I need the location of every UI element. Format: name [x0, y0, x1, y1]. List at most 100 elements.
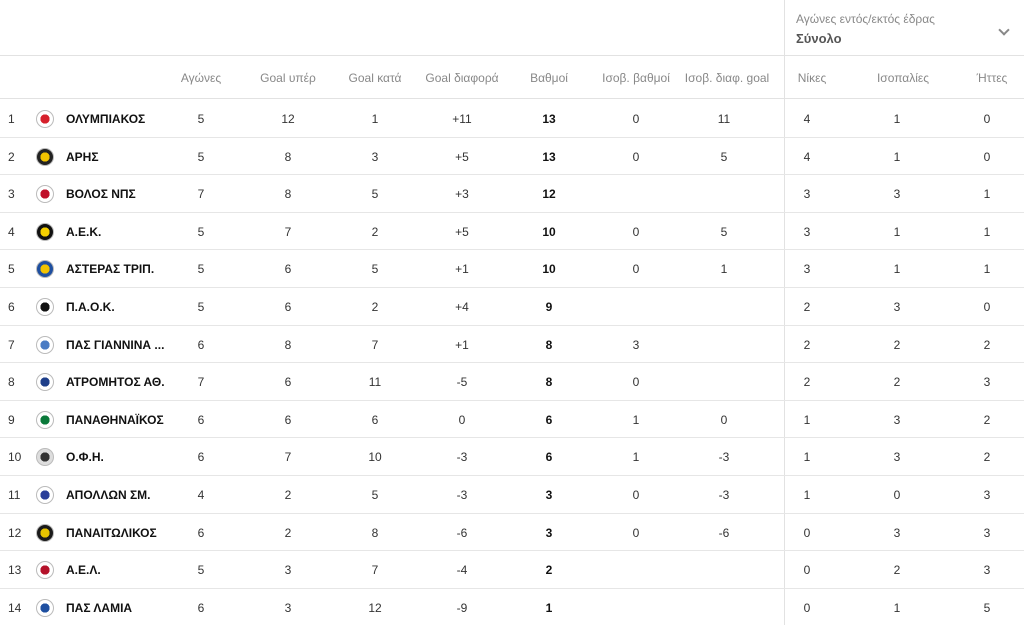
- h2h_gd-cell: -3: [718, 450, 730, 465]
- team-crest-icon: [36, 486, 54, 504]
- h2h_pts-cell: 0: [632, 112, 640, 126]
- table-row[interactable]: 3 ΒΟΛΟΣ ΝΠΣ 7 8 5 +3 12 3 3 1: [0, 175, 1024, 213]
- col-header-draws[interactable]: Ισοπαλίες: [877, 71, 929, 85]
- team-crest-icon: [36, 147, 54, 166]
- gd-cell: 0: [458, 412, 466, 427]
- h2h_pts-cell: 0: [632, 488, 640, 502]
- team-name[interactable]: ΠΑΝΑΘΗΝΑΪΚΟΣ: [66, 413, 164, 427]
- col-header-played[interactable]: Αγώνες: [181, 71, 221, 85]
- table-row[interactable]: 2 ΑΡΗΣ 5 8 3 +5 13 0 5 4 1 0: [0, 138, 1024, 176]
- team-name[interactable]: ΠΑΣ ΛΑΜΙΑ: [66, 601, 132, 615]
- team-name[interactable]: ΑΠΟΛΛΩΝ ΣΜ.: [66, 488, 151, 502]
- table-row[interactable]: 4 Α.Ε.Κ. 5 7 2 +5 10 0 5 3 1 1: [0, 213, 1024, 251]
- ga-cell: 11: [368, 375, 382, 390]
- team-crest-icon: [36, 448, 54, 467]
- position-cell: 14: [8, 600, 22, 615]
- col-header-goals-for[interactable]: Goal υπέρ: [260, 71, 316, 85]
- table-row[interactable]: 13 Α.Ε.Λ. 5 3 7 -4 2 0 2 3: [0, 551, 1024, 589]
- pts-cell: 13: [542, 112, 556, 126]
- gd-cell: -4: [456, 563, 468, 578]
- table-row[interactable]: 6 Π.Α.Ο.Κ. 5 6 2 +4 9 2 3 0: [0, 288, 1024, 326]
- home-away-filter-dropdown[interactable]: Αγώνες εντός/εκτός έδρας Σύνολο: [796, 12, 1016, 52]
- team-name[interactable]: Α.Ε.Λ.: [66, 563, 101, 577]
- w-cell: 0: [803, 525, 811, 540]
- team-crest-icon: [36, 410, 54, 429]
- team-name[interactable]: Π.Α.Ο.Κ.: [66, 300, 115, 314]
- team-name[interactable]: ΑΣΤΕΡΑΣ ΤΡΙΠ.: [66, 262, 154, 276]
- d-cell: 1: [893, 224, 901, 239]
- gd-cell: +1: [455, 337, 469, 352]
- l-cell: 0: [983, 149, 991, 164]
- l-cell: 3: [983, 563, 991, 578]
- gf-cell: 3: [284, 563, 292, 578]
- gf-cell: 12: [281, 112, 295, 126]
- gd-cell: -3: [456, 488, 468, 502]
- played-cell: 6: [197, 450, 205, 465]
- table-row[interactable]: 8 ΑΤΡΟΜΗΤΟΣ ΑΘ. 7 6 11 -5 8 0 2 2 3: [0, 363, 1024, 401]
- team-name[interactable]: Ο.Φ.Η.: [66, 450, 104, 464]
- w-cell: 3: [803, 187, 811, 202]
- team-crest-icon: [36, 561, 54, 580]
- h2h_gd-cell: -6: [718, 525, 730, 540]
- h2h_pts-cell: 1: [632, 412, 640, 427]
- played-cell: 6: [197, 600, 205, 615]
- col-header-wins[interactable]: Νίκες: [798, 71, 826, 85]
- team-name[interactable]: Α.Ε.Κ.: [66, 225, 101, 239]
- h2h_pts-cell: 0: [632, 224, 640, 239]
- w-cell: 0: [803, 600, 811, 615]
- col-header-goal-difference[interactable]: Goal διαφορά: [425, 71, 498, 85]
- d-cell: 3: [893, 412, 901, 427]
- team-name[interactable]: ΠΑΝΑΙΤΩΛΙΚΟΣ: [66, 526, 157, 540]
- team-name[interactable]: ΑΡΗΣ: [66, 150, 99, 164]
- h2h_gd-cell: 1: [720, 262, 728, 277]
- d-cell: 3: [893, 450, 901, 465]
- played-cell: 7: [197, 187, 205, 202]
- table-row[interactable]: 11 ΑΠΟΛΛΩΝ ΣΜ. 4 2 5 -3 3 0 -3 1 0 3: [0, 476, 1024, 514]
- col-header-losses[interactable]: Ήττες: [977, 71, 1008, 85]
- col-header-h2h-goal-difference[interactable]: Ισοβ. διαφ. goal: [685, 71, 769, 85]
- pts-cell: 3: [545, 525, 553, 540]
- ga-cell: 8: [371, 525, 379, 540]
- col-header-points[interactable]: Βαθμοί: [530, 71, 568, 85]
- ga-cell: 3: [371, 149, 379, 164]
- table-row[interactable]: 14 ΠΑΣ ΛΑΜΙΑ 6 3 12 -9 1 0 1 5: [0, 589, 1024, 625]
- l-cell: 2: [983, 337, 991, 352]
- table-row[interactable]: 7 ΠΑΣ ΓΙΑΝΝΙΝΑ ... 6 8 7 +1 8 3 2 2 2: [0, 326, 1024, 364]
- position-cell: 8: [8, 375, 15, 390]
- table-row[interactable]: 9 ΠΑΝΑΘΗΝΑΪΚΟΣ 6 6 6 0 6 1 0 1 3 2: [0, 401, 1024, 439]
- col-header-goals-against[interactable]: Goal κατά: [349, 71, 402, 85]
- gf-cell: 8: [284, 149, 292, 164]
- team-name[interactable]: ΠΑΣ ΓΙΑΝΝΙΝΑ ...: [66, 338, 164, 352]
- position-cell: 11: [8, 488, 21, 502]
- team-name[interactable]: ΟΛΥΜΠΙΑΚΟΣ: [66, 112, 145, 126]
- col-header-h2h-points[interactable]: Ισοβ. βαθμοί: [602, 71, 670, 85]
- table-row[interactable]: 12 ΠΑΝΑΙΤΩΛΙΚΟΣ 6 2 8 -6 3 0 -6 0 3 3: [0, 514, 1024, 552]
- table-row[interactable]: 10 Ο.Φ.Η. 6 7 10 -3 6 1 -3 1 3 2: [0, 438, 1024, 476]
- d-cell: 0: [893, 488, 901, 502]
- table-row[interactable]: 5 ΑΣΤΕΡΑΣ ΤΡΙΠ. 5 6 5 +1 10 0 1 3 1 1: [0, 250, 1024, 288]
- table-row[interactable]: 1 ΟΛΥΜΠΙΑΚΟΣ 5 12 1 +11 13 0 11 4 1 0: [0, 100, 1024, 138]
- team-crest-icon: [36, 110, 54, 128]
- h2h_pts-cell: 3: [632, 337, 640, 352]
- position-cell: 13: [8, 563, 22, 578]
- pts-cell: 1: [545, 600, 553, 615]
- gd-cell: +3: [455, 187, 469, 202]
- l-cell: 3: [983, 525, 991, 540]
- gd-cell: -6: [456, 525, 468, 540]
- filter-label: Αγώνες εντός/εκτός έδρας: [796, 12, 935, 26]
- gd-cell: -9: [456, 600, 468, 615]
- gf-cell: 7: [284, 450, 292, 465]
- d-cell: 3: [893, 187, 901, 202]
- team-crest-icon: [36, 598, 54, 617]
- ga-cell: 1: [371, 112, 379, 126]
- ga-cell: 7: [371, 337, 379, 352]
- pts-cell: 8: [545, 375, 553, 390]
- team-name[interactable]: ΒΟΛΟΣ ΝΠΣ: [66, 187, 136, 201]
- d-cell: 1: [893, 600, 901, 615]
- ga-cell: 12: [368, 600, 382, 615]
- position-cell: 3: [8, 187, 15, 202]
- team-name[interactable]: ΑΤΡΟΜΗΤΟΣ ΑΘ.: [66, 375, 165, 389]
- position-cell: 5: [8, 262, 15, 277]
- played-cell: 4: [197, 488, 205, 502]
- ga-cell: 2: [371, 224, 379, 239]
